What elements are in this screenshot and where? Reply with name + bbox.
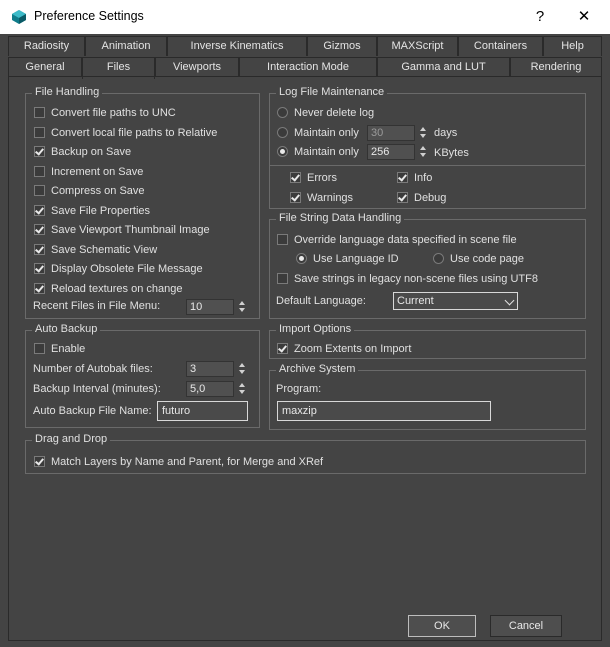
archive-system-group: Archive System (269, 363, 586, 430)
tab-row-bottom: General Files Viewports Interaction Mode… (8, 57, 602, 79)
recent-files-spinner[interactable]: 10 (186, 299, 234, 315)
tab-help[interactable]: Help (543, 36, 602, 56)
checkbox-box[interactable] (277, 234, 288, 245)
backup-interval-spinner[interactable]: 5,0 (186, 381, 234, 397)
checkbox-box[interactable] (34, 146, 45, 157)
tab-row-top: Radiosity Animation Inverse Kinematics G… (8, 36, 602, 56)
app-icon (11, 9, 27, 25)
chevron-down-icon (504, 295, 515, 306)
tab-animation[interactable]: Animation (85, 36, 167, 56)
radio-circle[interactable] (277, 146, 288, 157)
checkbox-box[interactable] (290, 172, 301, 183)
close-button[interactable]: ✕ (561, 0, 607, 34)
backup-file-name-label: Auto Backup File Name: (33, 405, 152, 417)
radio-circle[interactable] (433, 253, 444, 264)
title-bar: Preference Settings ? ✕ (0, 0, 610, 34)
checkbox-box[interactable] (34, 244, 45, 255)
log-days-unit: days (434, 127, 458, 139)
archive-program-input[interactable]: maxzip (277, 401, 491, 421)
file-string-title: File String Data Handling (276, 212, 405, 224)
radio-circle[interactable] (296, 253, 307, 264)
default-language-label: Default Language: (276, 295, 366, 307)
tab-inverse-kinematics[interactable]: Inverse Kinematics (167, 36, 307, 56)
checkbox-box[interactable] (34, 127, 45, 138)
checkbox-box[interactable] (34, 166, 45, 177)
log-days-spinner[interactable]: 30 (367, 125, 415, 141)
import-options-title: Import Options (276, 323, 355, 335)
checkbox-box[interactable] (34, 185, 45, 196)
log-kbytes-unit: KBytes (434, 147, 469, 159)
tab-interaction-mode[interactable]: Interaction Mode (239, 57, 377, 77)
autobak-count-spinner[interactable]: 3 (186, 361, 234, 377)
recent-files-spinner-arrows[interactable] (237, 299, 248, 315)
checkbox-box[interactable] (34, 456, 45, 467)
default-language-value: Current (397, 295, 434, 307)
file-handling-title: File Handling (32, 86, 103, 98)
checkbox-box[interactable] (277, 273, 288, 284)
checkbox-box[interactable] (34, 205, 45, 216)
checkbox-box[interactable] (34, 343, 45, 354)
help-button[interactable]: ? (517, 0, 563, 34)
backup-file-name-input[interactable]: futuro (157, 401, 248, 421)
checkbox-box[interactable] (34, 283, 45, 294)
tab-gizmos[interactable]: Gizmos (307, 36, 377, 56)
checkbox-box[interactable] (34, 224, 45, 235)
auto-backup-title: Auto Backup (32, 323, 101, 335)
radio-circle[interactable] (277, 107, 288, 118)
checkbox-box[interactable] (34, 107, 45, 118)
default-language-select[interactable]: Current (393, 292, 518, 310)
tab-general[interactable]: General (8, 57, 82, 77)
log-kbytes-spinner-arrows[interactable] (418, 144, 429, 160)
tab-radiosity[interactable]: Radiosity (8, 36, 85, 56)
tab-maxscript[interactable]: MAXScript (377, 36, 458, 56)
archive-system-title: Archive System (276, 363, 359, 375)
log-file-title: Log File Maintenance (276, 86, 388, 98)
checkbox-box[interactable] (397, 172, 408, 183)
autobak-count-label: Number of Autobak files: (33, 363, 153, 375)
autobak-count-spinner-arrows[interactable] (237, 361, 248, 377)
window-title: Preference Settings (34, 9, 144, 23)
ok-button[interactable]: OK (408, 615, 476, 637)
tab-viewports[interactable]: Viewports (155, 57, 239, 77)
recent-files-label: Recent Files in File Menu: (33, 300, 161, 312)
backup-interval-spinner-arrows[interactable] (237, 381, 248, 397)
checkbox-box[interactable] (397, 192, 408, 203)
log-days-spinner-arrows[interactable] (418, 125, 429, 141)
tab-rendering[interactable]: Rendering (510, 57, 602, 77)
tab-containers[interactable]: Containers (458, 36, 543, 56)
cancel-button[interactable]: Cancel (490, 615, 562, 637)
log-kbytes-spinner[interactable]: 256 (367, 144, 415, 160)
preference-settings-window: Preference Settings ? ✕ Radiosity Animat… (0, 0, 610, 647)
checkbox-box[interactable] (34, 263, 45, 274)
archive-program-label: Program: (276, 383, 322, 395)
radio-circle[interactable] (277, 127, 288, 138)
checkbox-box[interactable] (277, 343, 288, 354)
tab-gamma-and-lut[interactable]: Gamma and LUT (377, 57, 510, 77)
log-divider (270, 165, 585, 166)
checkbox-box[interactable] (290, 192, 301, 203)
drag-and-drop-title: Drag and Drop (32, 433, 111, 445)
backup-interval-label: Backup Interval (minutes): (33, 383, 161, 395)
